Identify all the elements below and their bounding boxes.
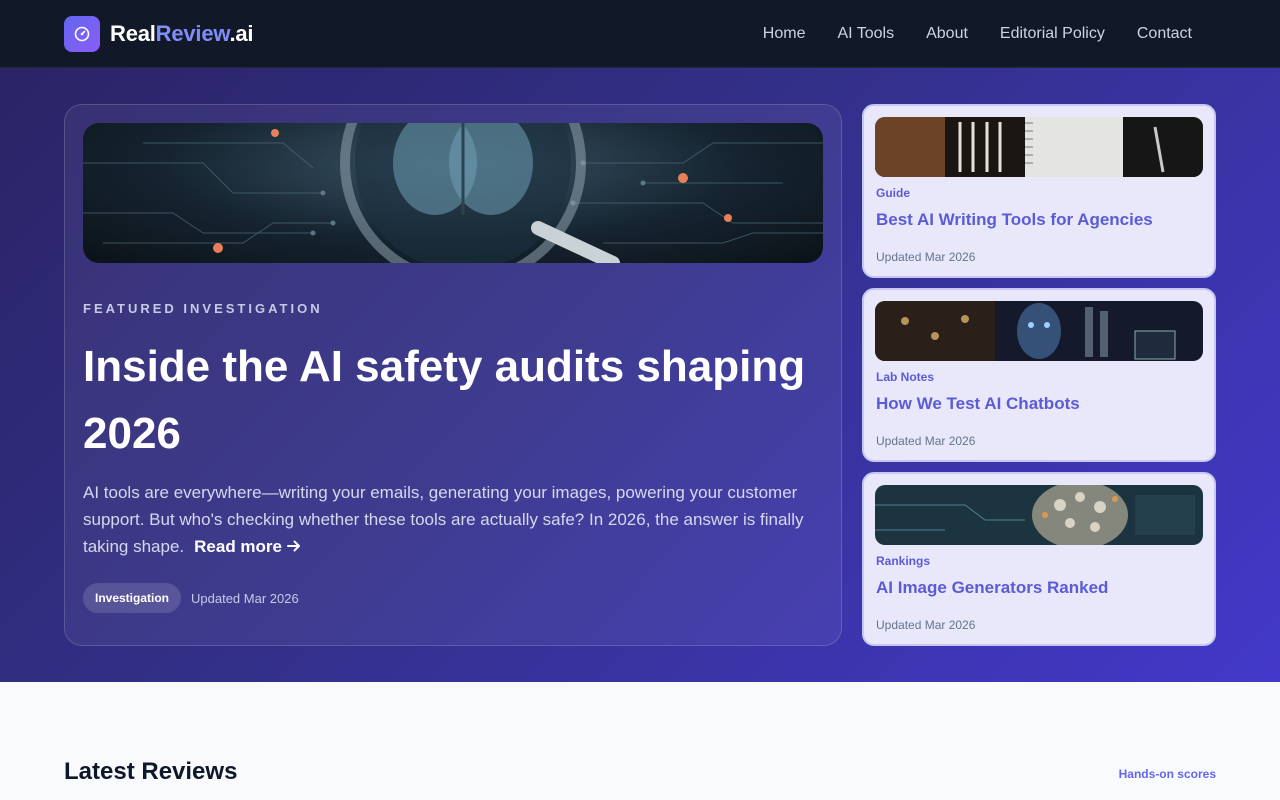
card-image: [875, 117, 1203, 177]
card-title[interactable]: Best AI Writing Tools for Agencies: [876, 210, 1153, 230]
card-image: [875, 301, 1203, 361]
card-updated: Updated Mar 2026: [876, 250, 976, 264]
nav-home[interactable]: Home: [763, 25, 806, 43]
card-image: [875, 485, 1203, 545]
side-card-writing-tools[interactable]: Guide Best AI Writing Tools for Agencies…: [862, 104, 1216, 278]
card-updated: Updated Mar 2026: [876, 434, 976, 448]
featured-image: [83, 123, 823, 263]
card-category: Lab Notes: [876, 370, 935, 384]
brand[interactable]: RealReview.ai: [64, 15, 254, 52]
nav-links: Home AI Tools About Editorial Policy Con…: [763, 25, 1192, 43]
nav-editorial-policy[interactable]: Editorial Policy: [1000, 25, 1105, 43]
featured-eyebrow: FEATURED INVESTIGATION: [83, 301, 323, 316]
featured-title[interactable]: Inside the AI safety audits shaping 2026: [83, 333, 823, 467]
featured-article[interactable]: FEATURED INVESTIGATION Inside the AI saf…: [64, 104, 842, 646]
card-title[interactable]: AI Image Generators Ranked: [876, 578, 1108, 598]
side-card-chatbots[interactable]: Lab Notes How We Test AI Chatbots Update…: [862, 288, 1216, 462]
tag-chip[interactable]: Investigation: [83, 583, 182, 613]
nav-contact[interactable]: Contact: [1137, 25, 1192, 43]
brand-name: RealReview.ai: [110, 20, 254, 46]
latest-reviews-heading: Latest Reviews: [64, 758, 238, 785]
card-category: Rankings: [876, 554, 931, 568]
gauge-icon: [64, 15, 100, 52]
featured-meta: Investigation Updated Mar 2026: [83, 583, 299, 613]
hero-section: FEATURED INVESTIGATION Inside the AI saf…: [0, 68, 1280, 682]
card-updated: Updated Mar 2026: [876, 618, 976, 632]
featured-excerpt-text: AI tools are everywhere—writing your ema…: [83, 483, 804, 556]
arrow-right-icon: [286, 537, 301, 556]
top-navigation: RealReview.ai Home AI Tools About Editor…: [0, 0, 1280, 68]
side-card-image-generators[interactable]: Rankings AI Image Generators Ranked Upda…: [862, 472, 1216, 646]
hands-on-scores-link[interactable]: Hands-on scores: [1119, 767, 1216, 781]
read-more-label: Read more: [194, 537, 283, 556]
nav-ai-tools[interactable]: AI Tools: [837, 25, 894, 43]
featured-excerpt: AI tools are everywhere—writing your ema…: [83, 479, 823, 560]
read-more-link[interactable]: Read more: [194, 537, 301, 556]
featured-updated: Updated Mar 2026: [191, 590, 299, 606]
card-category: Guide: [876, 186, 911, 200]
card-title[interactable]: How We Test AI Chatbots: [876, 394, 1080, 414]
nav-about[interactable]: About: [926, 25, 968, 43]
